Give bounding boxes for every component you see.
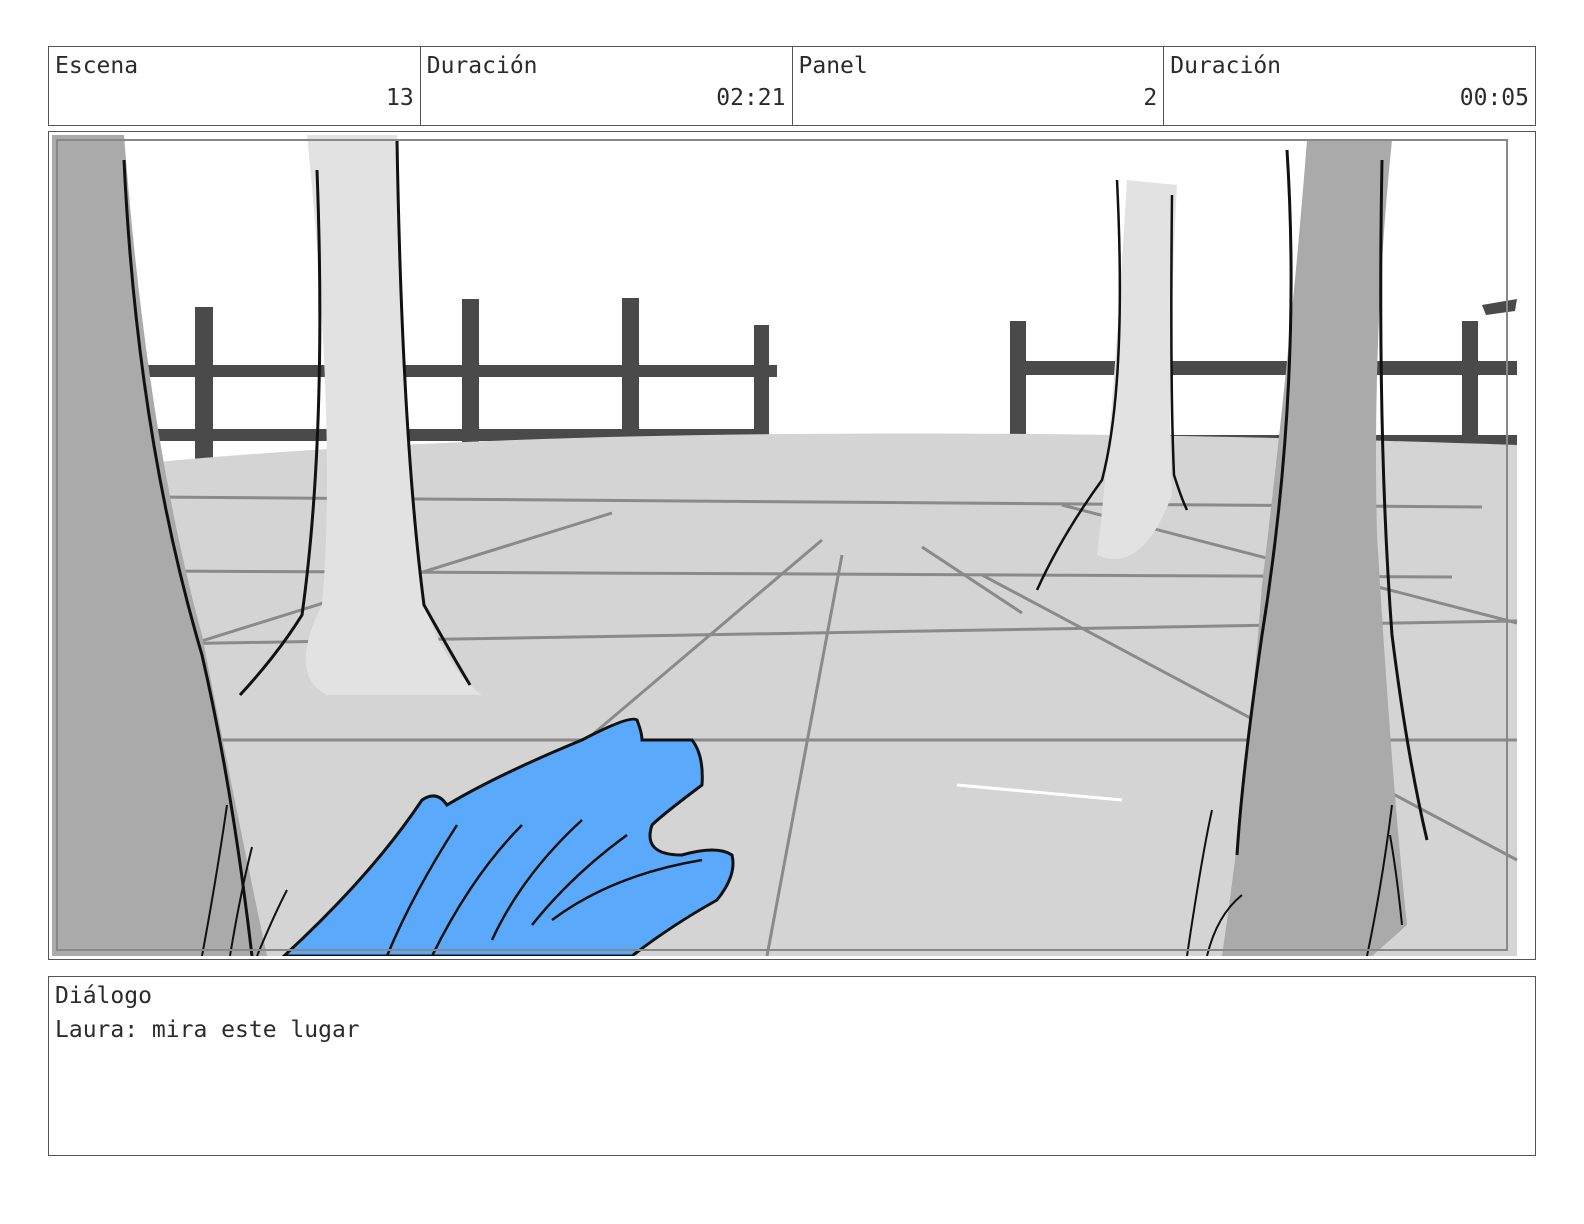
panel-duration-value: 00:05	[1459, 85, 1529, 111]
scene-duration-label: Duración	[426, 53, 538, 79]
panel-label: Panel	[798, 53, 868, 79]
scene-value: 13	[386, 85, 414, 111]
scene-label: Escena	[55, 53, 139, 79]
dialog-box: Diálogo Laura: mira este lugar	[48, 976, 1536, 1156]
panel-header: Escena 13 Duración 02:21 Panel 2 Duració…	[48, 46, 1536, 126]
scene-cell: Escena 13	[49, 47, 421, 125]
scene-duration-cell: Duración 02:21	[421, 47, 793, 125]
dialog-label: Diálogo	[55, 983, 152, 1009]
panel-cell: Panel 2	[793, 47, 1165, 125]
panel-duration-label: Duración	[1170, 53, 1282, 79]
storyboard-frame	[48, 131, 1536, 960]
storyboard-drawing	[52, 135, 1532, 956]
dialog-text: Laura: mira este lugar	[55, 1017, 360, 1043]
panel-duration-cell: Duración 00:05	[1164, 47, 1535, 125]
panel-value: 2	[1143, 85, 1158, 111]
scene-duration-value: 02:21	[716, 85, 786, 111]
